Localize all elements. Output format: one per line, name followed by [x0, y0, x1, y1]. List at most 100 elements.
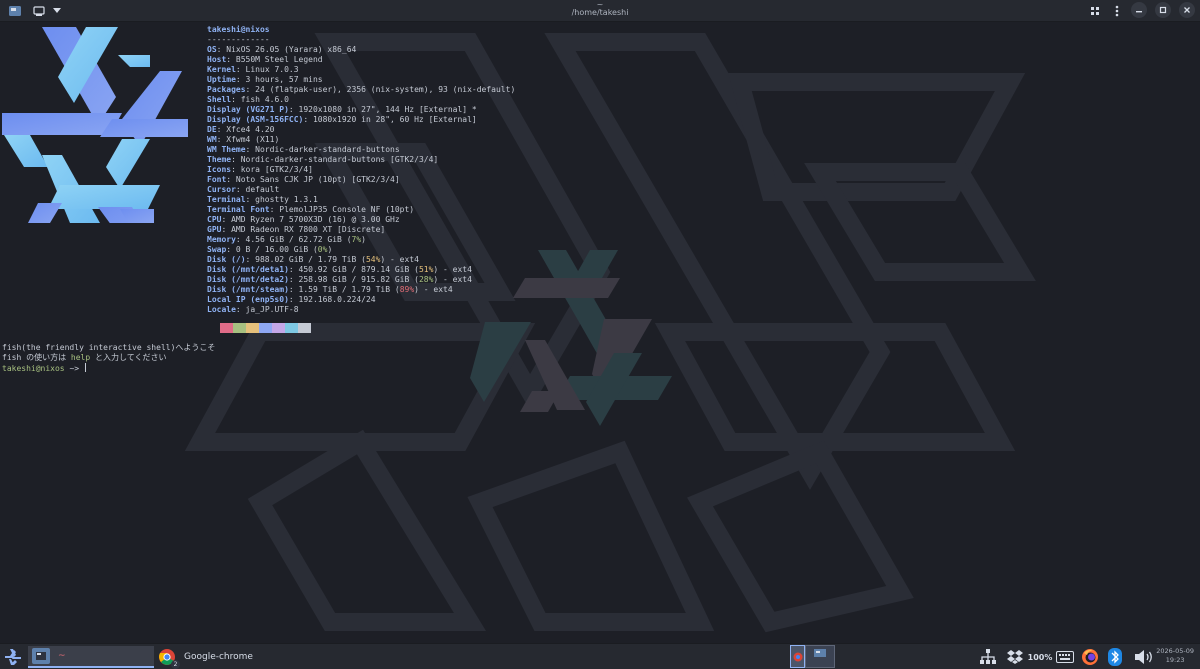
minimize-icon[interactable]	[1131, 2, 1147, 18]
info-value: Xfwm4 (X11)	[226, 135, 280, 144]
palette-swatch	[207, 323, 220, 333]
battery-indicator[interactable]: 100%	[1028, 647, 1053, 667]
maximize-icon[interactable]	[1155, 2, 1171, 18]
info-row: GPU: AMD Radeon RX 7800 XT [Discrete]	[207, 225, 385, 234]
info-row: Terminal: ghostty 1.3.1	[207, 195, 318, 204]
chrome-window-count: 2	[171, 660, 180, 669]
info-key: Disk (/mnt/steam)	[207, 285, 289, 294]
info-percent: 0%	[317, 245, 328, 254]
info-row: WM Theme: Nordic-darker-standard-buttons	[207, 145, 400, 154]
info-colon: :	[231, 165, 241, 174]
info-colon: :	[303, 115, 313, 124]
chrome-task-label: Google-chrome	[184, 652, 253, 662]
info-value: fish 4.6.0	[240, 95, 289, 104]
clock[interactable]: 2026-05-09 19:23	[1156, 647, 1194, 665]
shell-output[interactable]: fish(the friendly interactive shell)へようこ…	[2, 343, 215, 374]
info-value: 0 B / 16.00 GiB (	[235, 245, 318, 254]
info-key: Shell	[207, 95, 232, 104]
palette-swatch	[233, 323, 246, 333]
info-key: Memory	[207, 235, 236, 244]
palette-swatch	[220, 323, 233, 333]
info-colon: :	[235, 185, 246, 194]
keyboard-icon[interactable]	[1055, 647, 1075, 667]
info-colon: :	[245, 145, 256, 154]
info-row: DE: Xfce4 4.20	[207, 125, 274, 134]
info-key: Display (ASM-156FCC)	[207, 115, 304, 124]
dropbox-icon[interactable]	[1005, 647, 1025, 667]
info-colon: :	[216, 135, 227, 144]
info-key: Icons	[207, 165, 232, 174]
network-icon[interactable]	[978, 647, 998, 667]
info-colon: :	[231, 95, 241, 104]
prompt-suffix: ~>	[64, 364, 80, 373]
info-key: Disk (/)	[207, 255, 246, 264]
info-separator: -------------	[207, 35, 270, 44]
info-row: Theme: Nordic-darker-standard-buttons [G…	[207, 155, 438, 164]
nixos-logo	[2, 27, 188, 223]
workspace-2[interactable]	[805, 645, 835, 668]
info-value: 988.02 GiB / 1.79 TiB (	[255, 255, 366, 264]
info-percent: 51%	[418, 265, 434, 274]
clock-date: 2026-05-09	[1156, 647, 1194, 655]
info-colon: :	[226, 175, 236, 184]
info-colon: :	[269, 205, 280, 214]
workspace-pager[interactable]	[790, 645, 836, 668]
info-key: WM Theme	[207, 145, 246, 154]
info-row: Host: B550M Steel Legend	[207, 55, 323, 64]
bluetooth-icon[interactable]	[1105, 647, 1125, 667]
taskbar-item-terminal[interactable]: ~	[28, 646, 154, 668]
info-row: Icons: kora [GTK2/3/4]	[207, 165, 313, 174]
terminal-window[interactable]: takeshi@nixos ------------- OS: NixOS 26…	[0, 22, 1200, 643]
info-value: AMD Ryzen 7 5700X3D (16) @ 3.00 GHz	[231, 215, 400, 224]
window-header-bar: ~ /home/takeshi	[0, 0, 1200, 22]
clock-time: 19:23	[1165, 656, 1185, 664]
info-key: Font	[207, 175, 227, 184]
info-row: CPU: AMD Ryzen 7 5700X3D (16) @ 3.00 GHz	[207, 215, 400, 224]
close-icon[interactable]	[1179, 2, 1195, 18]
info-value: Nordic-darker-standard-buttons	[255, 145, 400, 154]
info-key: Cursor	[207, 185, 236, 194]
info-value: default	[245, 185, 280, 194]
info-value: 3 hours, 57 mins	[245, 75, 323, 84]
text-cursor	[84, 363, 86, 372]
info-colon: :	[216, 125, 227, 134]
info-tail: )	[361, 235, 366, 244]
palette-swatch	[259, 323, 272, 333]
window-title: ~ /home/takeshi	[0, 1, 1200, 18]
info-key: GPU	[207, 225, 222, 234]
info-colon: :	[226, 55, 236, 64]
info-key: Host	[207, 55, 227, 64]
info-colon: :	[226, 245, 236, 254]
grid-icon[interactable]	[1086, 3, 1104, 19]
palette-swatch	[272, 323, 285, 333]
menu-icon[interactable]	[1108, 3, 1126, 19]
info-row: Shell: fish 4.6.0	[207, 95, 289, 104]
info-value: 4.56 GiB / 62.72 GiB (	[245, 235, 352, 244]
info-key: DE	[207, 125, 217, 134]
info-row: Cursor: default	[207, 185, 279, 194]
info-key: CPU	[207, 215, 222, 224]
color-palette	[207, 323, 311, 333]
volume-icon[interactable]	[1134, 647, 1154, 667]
taskbar-item-chrome[interactable]: 2 Google-chrome	[156, 646, 286, 669]
workspace-1[interactable]	[790, 645, 805, 668]
info-colon: :	[231, 155, 241, 164]
taskbar: ~ 2 Google-chrome 100% 2026-05-09 19:23	[0, 643, 1200, 669]
info-row: WM: Xfwm4 (X11)	[207, 135, 279, 144]
info-value: B550M Steel Legend	[235, 55, 323, 64]
prompt-user: takeshi@nixos	[2, 364, 65, 373]
info-rows: OS: NixOS 26.05 (Yarara) x86_64 Host: B5…	[207, 45, 515, 314]
window-path: /home/takeshi	[571, 8, 629, 17]
info-colon: :	[221, 215, 232, 224]
info-key: Swap	[207, 245, 227, 254]
info-percent: 7%	[351, 235, 362, 244]
fish-hint-post: と入力してください	[90, 353, 167, 362]
info-value: kora [GTK2/3/4]	[240, 165, 313, 174]
info-value: AMD Radeon RX 7800 XT [Discrete]	[231, 225, 386, 234]
info-key: Theme	[207, 155, 232, 164]
info-row: Font: Noto Sans CJK JP (10pt) [GTK2/3/4]	[207, 175, 400, 184]
firefox-icon[interactable]	[1080, 647, 1100, 667]
info-key: WM	[207, 135, 217, 144]
start-menu-button[interactable]	[2, 646, 24, 668]
info-value: 192.168.0.224/24	[298, 295, 376, 304]
